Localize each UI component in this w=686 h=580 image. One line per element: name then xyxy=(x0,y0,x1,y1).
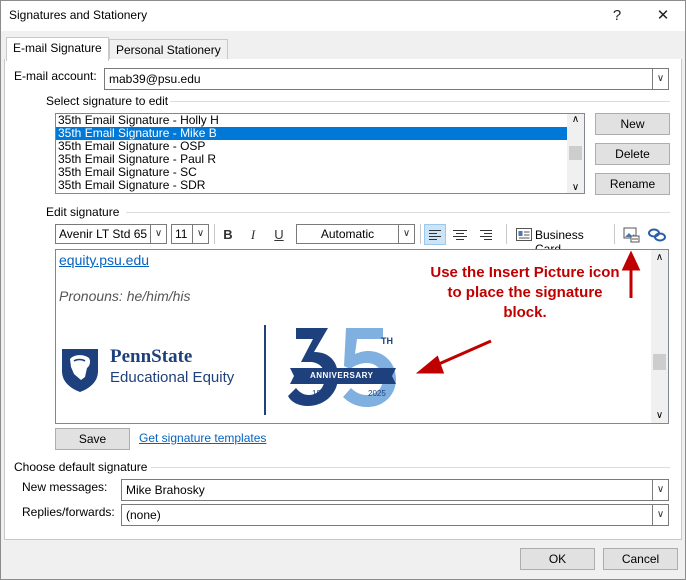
toolbar-separator xyxy=(214,224,215,244)
close-button[interactable]: ✕ xyxy=(643,3,683,29)
chevron-down-icon: ∨ xyxy=(192,225,208,243)
ok-button[interactable]: OK xyxy=(520,548,595,570)
align-center-button[interactable] xyxy=(450,225,472,246)
penn-state-shield-logo xyxy=(62,349,98,392)
list-scrollbar[interactable]: ∧ ∨ xyxy=(567,114,584,193)
annotation-text: Use the Insert Picture icon to place the… xyxy=(430,264,620,321)
scroll-thumb[interactable] xyxy=(653,354,666,370)
font-size-value: 11 xyxy=(175,227,188,241)
cancel-button[interactable]: Cancel xyxy=(603,548,678,570)
group-divider xyxy=(151,467,670,468)
scroll-down-icon[interactable]: ∨ xyxy=(567,182,584,193)
email-account-select[interactable]: mab39@psu.edu ∨ xyxy=(104,68,669,90)
rename-button[interactable]: Rename xyxy=(595,173,670,195)
window-title: Signatures and Stationery xyxy=(9,8,148,22)
font-color-value: Automatic xyxy=(320,227,375,241)
align-right-icon xyxy=(480,230,492,240)
select-signature-label: Select signature to edit xyxy=(46,94,169,108)
chevron-down-icon: ∨ xyxy=(652,505,668,525)
anniversary-start-year: 1990 xyxy=(312,389,330,398)
chevron-down-icon: ∨ xyxy=(652,69,668,89)
logo-divider xyxy=(264,325,266,415)
insert-picture-icon xyxy=(623,227,640,243)
new-button[interactable]: New xyxy=(595,113,670,135)
group-divider xyxy=(170,101,670,102)
new-messages-select[interactable]: Mike Brahosky ∨ xyxy=(121,479,669,501)
bold-button[interactable]: B xyxy=(217,224,239,246)
align-center-icon xyxy=(453,230,467,240)
tab-personal-stationery[interactable]: Personal Stationery xyxy=(109,39,228,61)
font-select[interactable]: Avenir LT Std 65 M ∨ xyxy=(55,224,167,244)
font-color-select[interactable]: Automatic ∨ xyxy=(296,224,415,244)
save-button[interactable]: Save xyxy=(55,428,130,450)
toolbar-separator xyxy=(506,224,507,244)
tab-email-signature-label: E-mail Signature xyxy=(13,41,102,55)
replies-forwards-value: (none) xyxy=(126,508,161,522)
logo-line-1: PennState xyxy=(110,346,193,367)
pronouns-text: Pronouns: he/him/his xyxy=(59,288,191,304)
email-account-label: E-mail account: xyxy=(14,69,97,83)
default-signature-label: Choose default signature xyxy=(14,460,148,474)
toolbar-separator xyxy=(614,224,615,244)
font-size-select[interactable]: 11 ∨ xyxy=(171,224,209,244)
chevron-down-icon: ∨ xyxy=(150,225,166,243)
delete-button[interactable]: Delete xyxy=(595,143,670,165)
group-divider xyxy=(126,212,670,213)
insert-picture-button[interactable] xyxy=(620,224,642,246)
get-signature-templates-link[interactable]: Get signature templates xyxy=(139,431,266,445)
anniversary-end-year: 2025 xyxy=(368,389,386,398)
anniversary-th: TH xyxy=(381,336,393,346)
font-value: Avenir LT Std 65 M xyxy=(59,227,161,241)
tab-personal-stationery-label: Personal Stationery xyxy=(116,43,221,57)
email-account-value: mab39@psu.edu xyxy=(109,72,201,86)
title-bar: Signatures and Stationery ? ✕ xyxy=(1,1,685,31)
chevron-down-icon: ∨ xyxy=(398,225,414,243)
insert-hyperlink-button[interactable] xyxy=(646,224,668,246)
scroll-thumb[interactable] xyxy=(569,146,582,160)
scroll-up-icon[interactable]: ∧ xyxy=(651,252,668,263)
scroll-up-icon[interactable]: ∧ xyxy=(567,114,584,125)
align-left-button[interactable] xyxy=(424,224,446,245)
toolbar-separator xyxy=(420,224,421,244)
edit-signature-label: Edit signature xyxy=(46,205,120,219)
business-card-icon xyxy=(516,228,532,241)
new-messages-value: Mike Brahosky xyxy=(126,483,205,497)
help-button[interactable]: ? xyxy=(597,3,637,29)
tab-email-signature[interactable]: E-mail Signature xyxy=(6,37,109,61)
list-item[interactable]: 35th Email Signature - SDR xyxy=(56,179,584,192)
italic-button[interactable]: I xyxy=(242,224,264,246)
hyperlink-icon xyxy=(648,228,666,242)
scroll-down-icon[interactable]: ∨ xyxy=(651,410,668,421)
equity-link[interactable]: equity.psu.edu xyxy=(59,252,149,268)
underline-button[interactable]: U xyxy=(268,224,290,246)
replies-forwards-label: Replies/forwards: xyxy=(22,505,115,519)
align-left-icon xyxy=(429,230,441,240)
anniversary-banner: ANNIVERSARY xyxy=(310,371,374,380)
signature-list[interactable]: 35th Email Signature - Holly H 35th Emai… xyxy=(55,113,585,194)
chevron-down-icon: ∨ xyxy=(652,480,668,500)
editor-scrollbar[interactable]: ∧ ∨ xyxy=(651,250,668,423)
logo-line-2: Educational Equity xyxy=(110,369,235,386)
business-card-button[interactable]: Business Card xyxy=(512,224,610,256)
replies-forwards-select[interactable]: (none) ∨ xyxy=(121,504,669,526)
new-messages-label: New messages: xyxy=(22,480,108,494)
align-right-button[interactable] xyxy=(476,225,498,246)
